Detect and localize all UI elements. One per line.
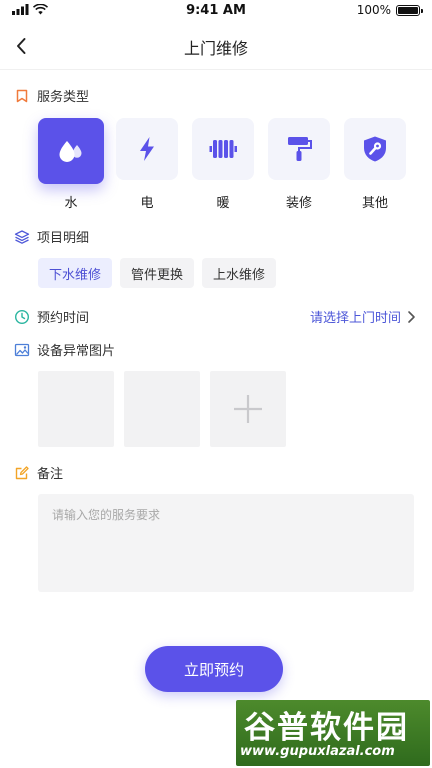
section-label: 服务类型: [37, 90, 90, 105]
section-label: 设备异常图片: [37, 344, 116, 359]
photo-slot[interactable]: [38, 371, 114, 447]
edit-note-icon: [15, 465, 29, 479]
radiator-icon: [209, 140, 237, 158]
service-electric[interactable]: 电: [114, 118, 180, 211]
section-remark: 备注: [14, 463, 63, 482]
service-tile: [116, 118, 178, 180]
watermark-url: www.gupuxlazal.com: [240, 744, 395, 759]
plus-icon: [234, 395, 262, 423]
section-project-detail: 项目明细: [14, 227, 89, 246]
clock-icon: [14, 309, 30, 324]
battery-percent: 100%: [356, 3, 391, 17]
remark-textarea[interactable]: [38, 494, 414, 592]
battery-group: 100%: [356, 3, 423, 17]
service-water[interactable]: 水: [38, 118, 104, 211]
section-appointment-time: 预约时间: [14, 307, 89, 326]
book-now-button[interactable]: 立即预约: [145, 646, 283, 692]
lightning-icon: [140, 137, 154, 161]
section-label: 备注: [37, 467, 64, 482]
page-title: 上门维修: [183, 39, 248, 58]
select-time-link[interactable]: 请选择上门时间: [310, 307, 416, 326]
image-icon: [14, 343, 30, 356]
paint-roller-icon: [288, 137, 312, 161]
section-service-type: 服务类型: [14, 86, 89, 105]
section-label: 预约时间: [37, 311, 90, 326]
service-decoration[interactable]: 装修: [266, 118, 332, 211]
service-label: 暖: [216, 196, 230, 211]
project-chip[interactable]: 管件更换: [120, 258, 195, 288]
chevron-right-icon: [408, 310, 415, 323]
project-item-list: 下水维修 管件更换 上水维修: [38, 258, 277, 288]
nav-bar: 上门维修: [0, 22, 432, 70]
site-watermark: 谷普软件园 www.gupuxlazal.com: [236, 700, 430, 766]
project-chip[interactable]: 上水维修: [202, 258, 277, 288]
battery-icon: [396, 4, 423, 16]
service-label: 水: [64, 196, 78, 211]
bookmark-icon: [16, 89, 28, 102]
service-tile: [192, 118, 254, 180]
add-photo-button[interactable]: [210, 371, 286, 447]
service-tile: [344, 118, 406, 180]
section-label: 项目明细: [37, 231, 90, 246]
service-type-list: 水 电 暖 装修 其他: [38, 118, 408, 211]
section-device-photos: 设备异常图片: [14, 340, 115, 359]
service-tile: [38, 118, 104, 184]
wrench-shield-icon: [364, 136, 386, 162]
water-drop-icon: [59, 141, 82, 162]
service-label: 电: [140, 196, 154, 211]
service-label: 其他: [361, 196, 388, 211]
service-label: 装修: [285, 196, 312, 211]
service-other[interactable]: 其他: [342, 118, 408, 211]
project-chip[interactable]: 下水维修: [38, 258, 113, 288]
layers-icon: [14, 229, 30, 244]
photo-list: [38, 371, 286, 447]
service-tile: [268, 118, 330, 180]
service-heating[interactable]: 暖: [190, 118, 256, 211]
status-bar: 9:41 AM 100%: [0, 0, 432, 22]
watermark-title: 谷普软件园: [244, 710, 409, 746]
photo-slot[interactable]: [124, 371, 200, 447]
select-time-label: 请选择上门时间: [309, 311, 401, 326]
